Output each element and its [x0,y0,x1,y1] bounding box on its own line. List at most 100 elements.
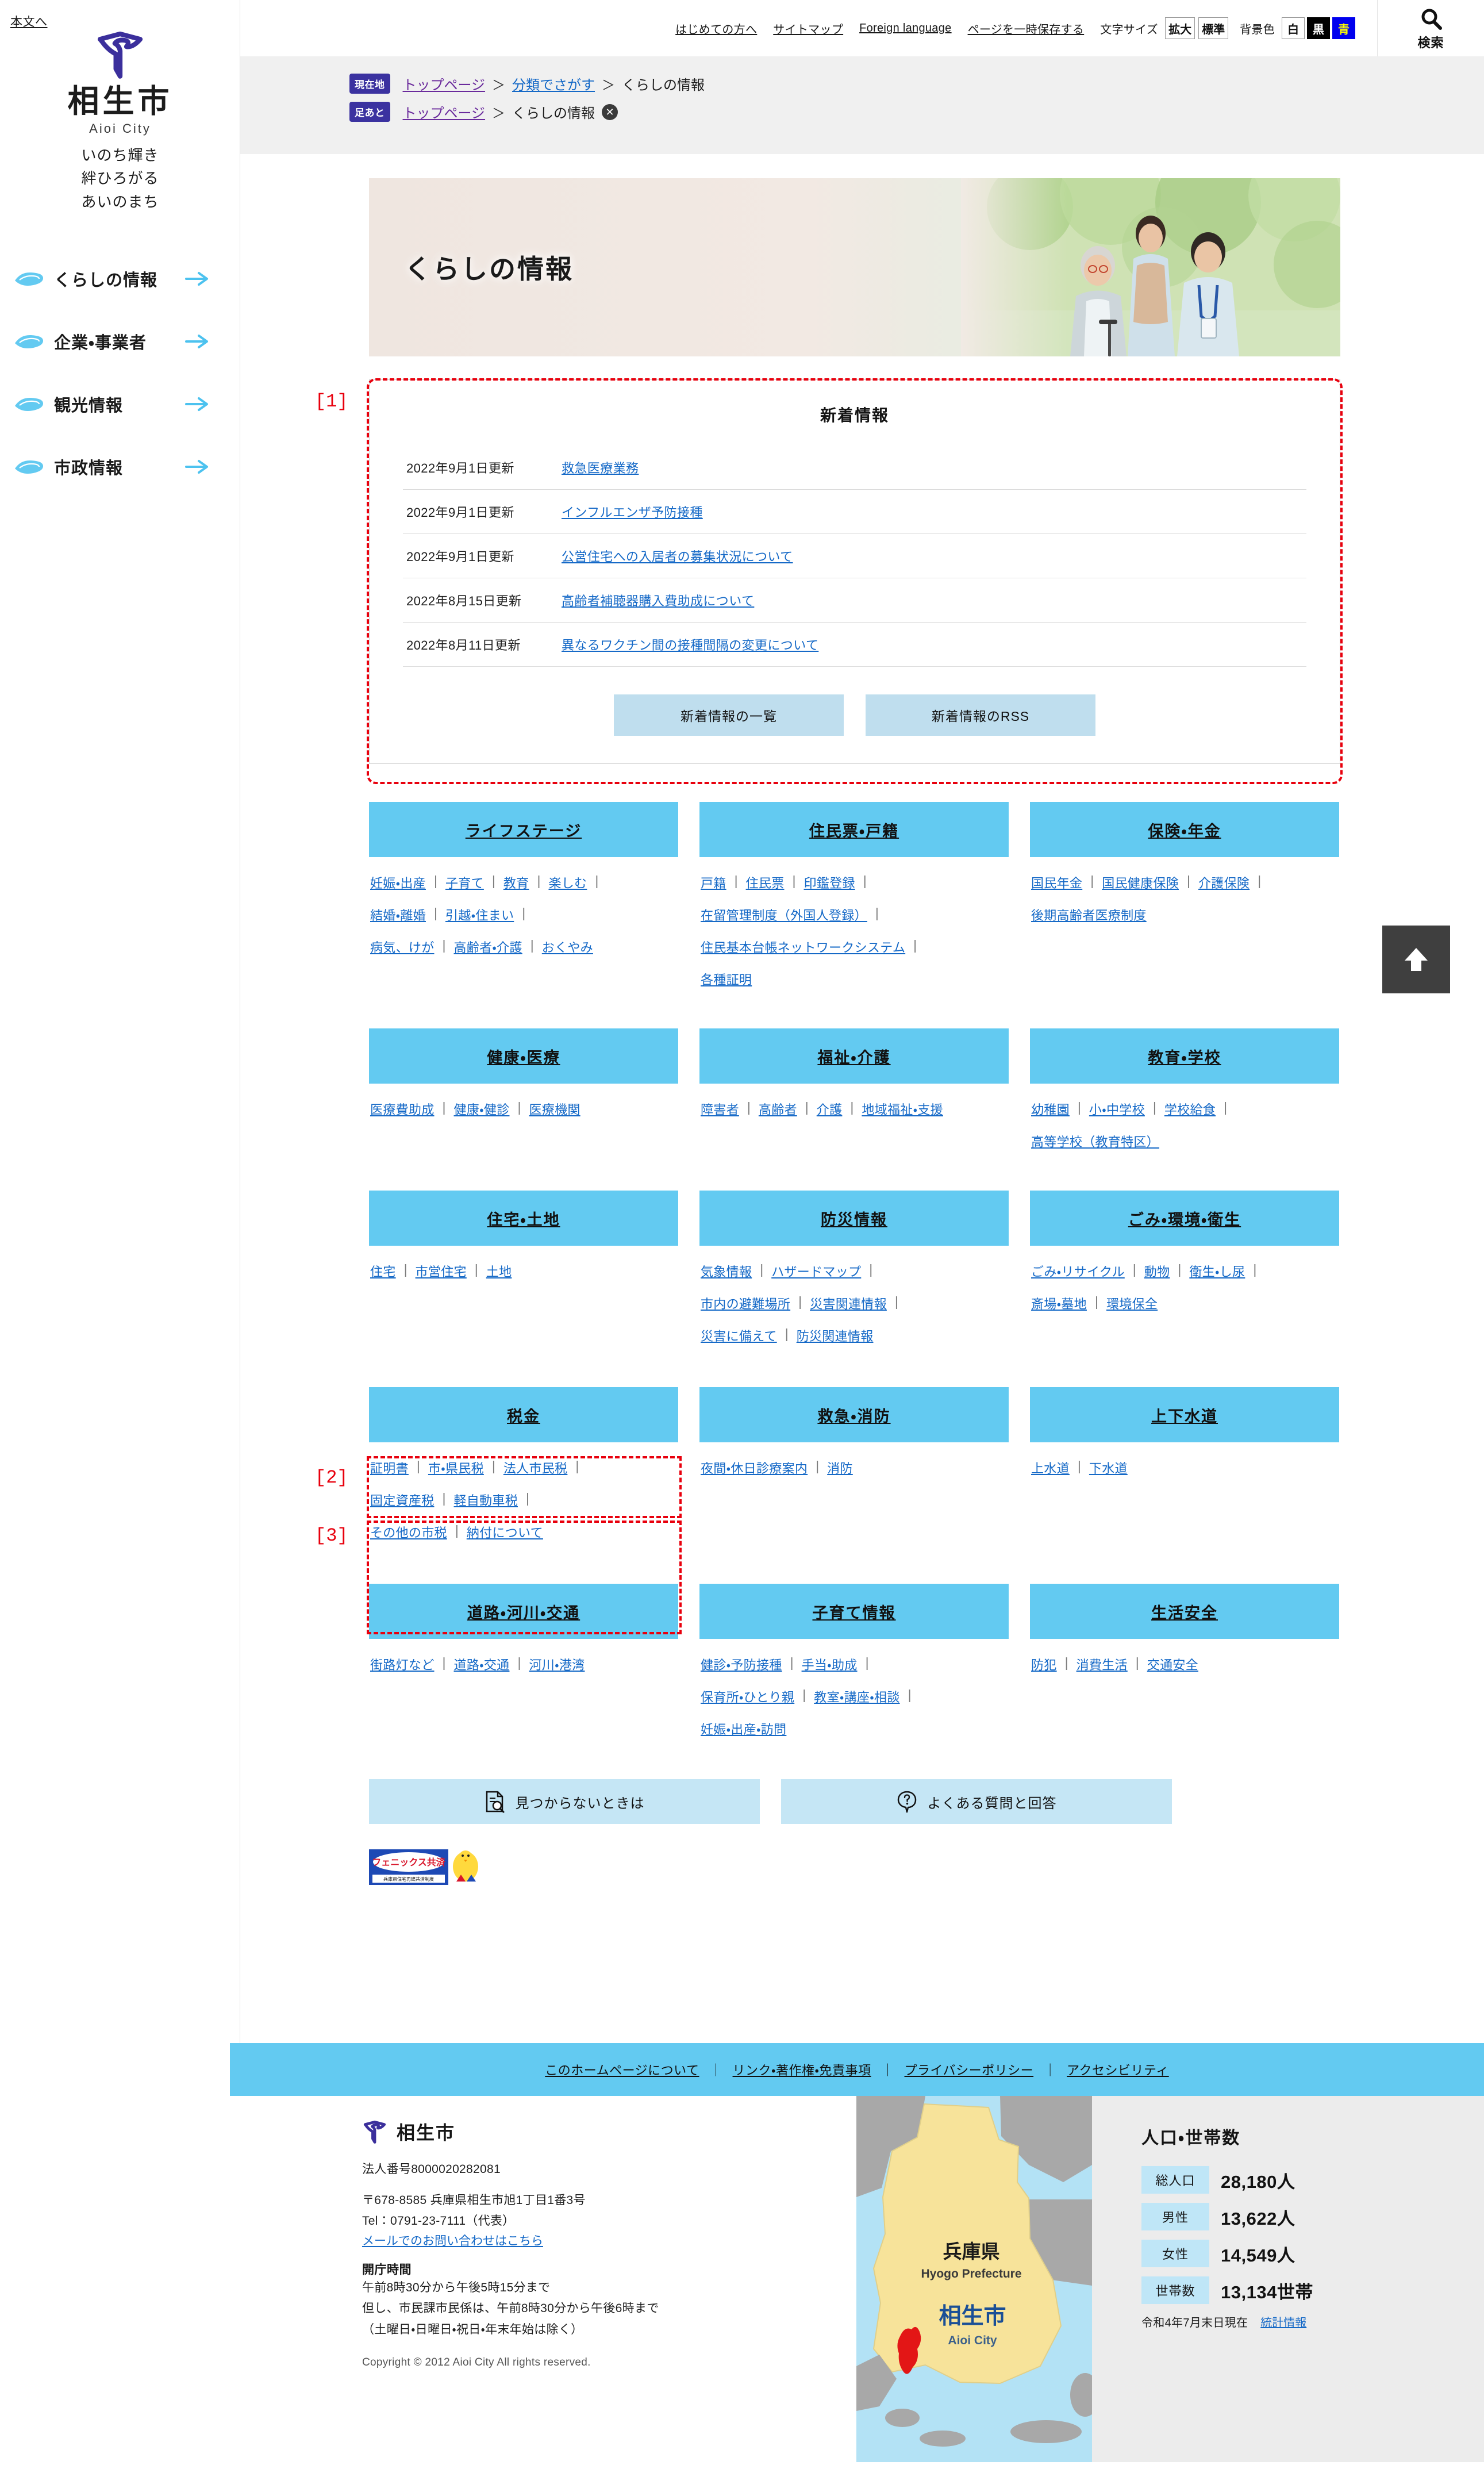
news-link[interactable]: 公営住宅への入居者の募集状況について [562,547,793,565]
category-link[interactable]: 幼稚園 [1031,1100,1070,1118]
category-link[interactable]: 証明書 [370,1458,409,1477]
category-header[interactable]: ごみ・環境・衛生 [1030,1191,1339,1246]
footer-link-about[interactable]: このホームページについて [545,2060,699,2079]
category-link[interactable]: 介護 [817,1100,843,1118]
category-link[interactable]: 衛生・し尿 [1189,1262,1245,1280]
phoenix-kyosai-banner[interactable]: フェニックス共済 兵庫県住宅再建共済制度 [369,1847,501,1887]
category-header-tax[interactable]: 税金 [369,1387,678,1442]
category-link[interactable]: 市営住宅 [416,1262,467,1280]
footer-link-copyright[interactable]: リンク・著作権・免責事項 [733,2060,871,2079]
category-header[interactable]: 教育・学校 [1030,1028,1339,1084]
category-link[interactable]: 国民健康保険 [1102,873,1179,892]
category-link[interactable]: ハザードマップ [771,1262,861,1280]
category-link[interactable]: 災害に備えて [701,1326,777,1345]
text-size-large-button[interactable]: 拡大 [1165,17,1195,39]
news-rss-button[interactable]: 新着情報のRSS [866,694,1095,736]
category-header[interactable]: 健康・医療 [369,1028,678,1084]
utility-link-foreign-language[interactable]: Foreign language [859,22,951,35]
news-link[interactable]: 異なるワクチン間の接種間隔の変更について [562,635,818,654]
category-link[interactable]: 教育 [503,873,529,892]
sidebar-item-city-government[interactable]: 市政情報 [0,435,240,498]
category-link[interactable]: 法人市民税 [503,1458,568,1477]
category-link[interactable]: 各種証明 [701,970,752,988]
category-link[interactable]: 障害者 [701,1100,739,1118]
category-link[interactable]: 在留管理制度（外国人登録） [701,905,867,924]
category-link[interactable]: 防災関連情報 [797,1326,874,1345]
category-link[interactable]: 高齢者・介護 [454,938,522,956]
category-link[interactable]: 戸籍 [701,873,726,892]
category-link[interactable]: 介護保険 [1198,873,1250,892]
sidebar-item-kurashi[interactable]: くらしの情報 [0,247,240,310]
news-link[interactable]: 救急医療業務 [562,458,639,477]
footer-link-privacy[interactable]: プライバシーポリシー [905,2060,1034,2079]
category-link[interactable]: 地域福祉・支援 [862,1100,943,1118]
category-link[interactable]: 病気、けが [370,938,435,956]
category-header[interactable]: 救急・消防 [699,1387,1009,1442]
category-link[interactable]: 高等学校（教育特区） [1031,1132,1159,1150]
category-link[interactable]: 子育て [445,873,484,892]
category-link[interactable]: 上水道 [1031,1458,1070,1477]
news-link[interactable]: インフルエンザ予防接種 [562,502,703,521]
category-link[interactable]: 妊娠・出産 [370,873,426,892]
category-link[interactable]: 道路・交通 [454,1655,510,1673]
news-link[interactable]: 高齢者補聴器購入費助成について [562,591,754,609]
footer-mail-inquiry-link[interactable]: メールでのお問い合わせはこちら [362,2234,543,2248]
breadcrumb-history-link-top[interactable]: トップページ [403,102,486,122]
breadcrumb-link-top[interactable]: トップページ [403,74,486,94]
category-link[interactable]: ごみ・リサイクル [1031,1262,1125,1280]
footer-link-accessibility[interactable]: アクセシビリティ [1067,2060,1169,2079]
category-link[interactable]: 保育所・ひとり親 [701,1687,794,1706]
site-logo-block[interactable]: 相生市 Aioi City いのち輝き 絆ひろがる あいのまち [0,28,240,213]
category-link[interactable]: 消防 [827,1458,853,1477]
category-link[interactable]: 土地 [486,1262,512,1280]
category-link[interactable]: 妊娠・出産・訪問 [701,1719,786,1738]
category-link[interactable]: 健康・健診 [454,1100,510,1118]
cannot-find-button[interactable]: 見つからないときは [369,1779,760,1824]
category-link[interactable]: 斎場・墓地 [1031,1294,1087,1312]
faq-button[interactable]: よくある質問と回答 [781,1779,1172,1824]
category-link[interactable]: 夜間・休日診療案内 [701,1458,808,1477]
utility-link-save-page[interactable]: ページを一時保存する [968,20,1085,37]
category-link[interactable]: 固定資産税 [370,1491,435,1509]
category-link[interactable]: 市・県民税 [428,1458,484,1477]
category-header[interactable]: 上下水道 [1030,1387,1339,1442]
category-link[interactable]: 街路灯など [370,1655,435,1673]
category-link[interactable]: 教室・講座・相談 [814,1687,899,1706]
bg-color-black-button[interactable]: 黒 [1307,17,1330,39]
category-header[interactable]: 生活安全 [1030,1584,1339,1639]
search-button[interactable]: 検索 [1377,0,1484,57]
category-header[interactable]: 道路・河川・交通 [369,1584,678,1639]
news-list-button[interactable]: 新着情報の一覧 [614,694,844,736]
category-link[interactable]: おくやみ [542,938,593,956]
sidebar-item-business[interactable]: 企業・事業者 [0,310,240,373]
bg-color-white-button[interactable]: 白 [1282,17,1305,39]
category-link[interactable]: 軽自動車税 [454,1491,518,1509]
utility-link-beginners[interactable]: はじめての方へ [675,20,757,37]
category-link[interactable]: 災害関連情報 [810,1294,887,1312]
category-link[interactable]: 学校給食 [1164,1100,1216,1118]
category-link[interactable]: 住民票 [746,873,785,892]
category-link[interactable]: 印鑑登録 [803,873,855,892]
category-link[interactable]: 国民年金 [1031,873,1082,892]
category-link[interactable]: 住民基本台帳ネットワークシステム [701,938,905,956]
category-header[interactable]: 住民票・戸籍 [699,802,1009,857]
category-link[interactable]: 防犯 [1031,1655,1057,1673]
text-size-normal-button[interactable]: 標準 [1198,17,1229,39]
category-link[interactable]: その他の市税 [370,1523,447,1541]
category-link[interactable]: 下水道 [1089,1458,1128,1477]
category-link[interactable]: 健診・予防接種 [701,1655,782,1673]
category-link[interactable]: 環境保全 [1106,1294,1158,1312]
category-link[interactable]: 引越・住まい [445,905,514,924]
category-link[interactable]: 市内の避難場所 [701,1294,790,1312]
category-header[interactable]: 防災情報 [699,1191,1009,1246]
category-link[interactable]: 交通安全 [1147,1655,1198,1673]
category-header[interactable]: 子育て情報 [699,1584,1009,1639]
statistics-info-link[interactable]: 統計情報 [1260,2313,1306,2330]
category-link[interactable]: 楽しむ [548,873,587,892]
utility-link-sitemap[interactable]: サイトマップ [773,20,843,37]
category-link[interactable]: 後期高齢者医療制度 [1031,905,1147,924]
category-header[interactable]: 福祉・介護 [699,1028,1009,1084]
category-link[interactable]: 動物 [1144,1262,1170,1280]
bg-color-blue-button[interactable]: 青 [1332,17,1355,39]
category-header[interactable]: ライフステージ [369,802,678,857]
